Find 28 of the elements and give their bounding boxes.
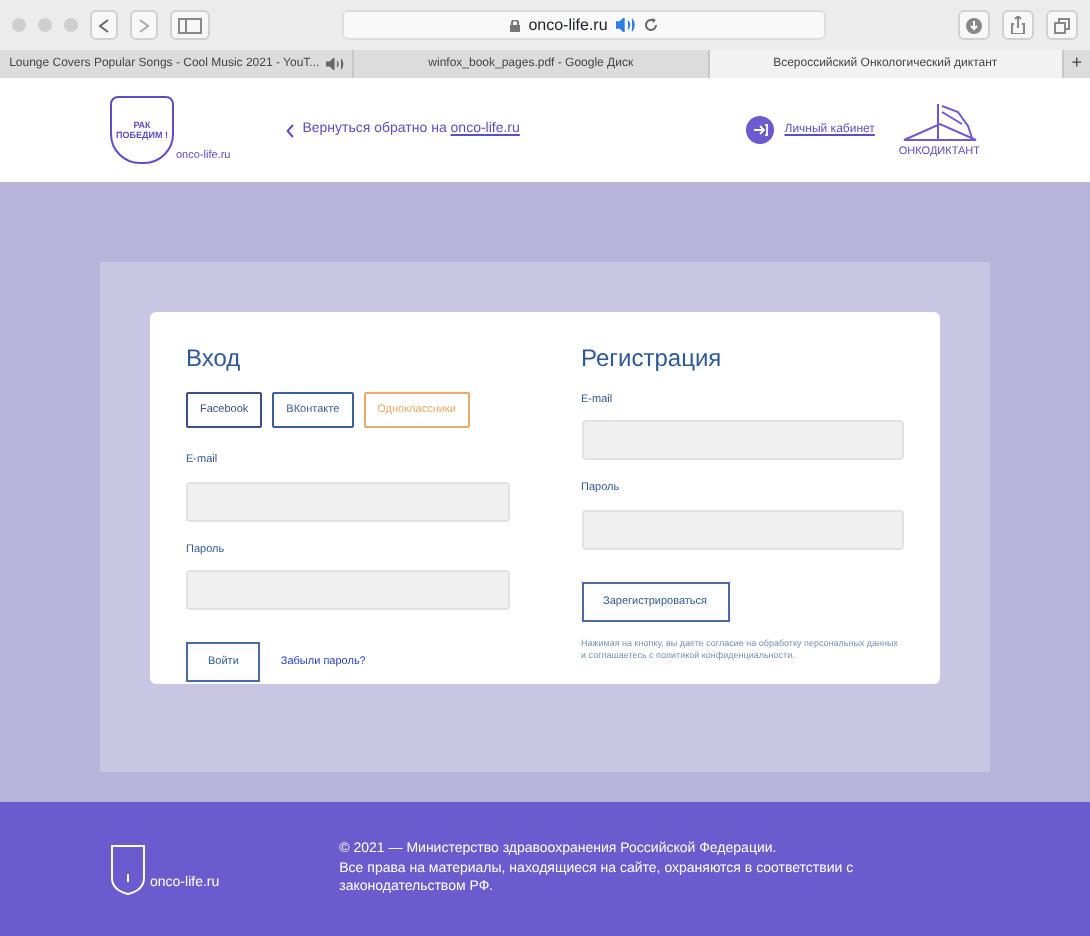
- download-icon: [966, 17, 982, 33]
- chevron-left-icon: [286, 123, 295, 137]
- reload-icon: [643, 18, 658, 32]
- section-title: Вход: [186, 342, 243, 376]
- share-icon: [1010, 16, 1026, 34]
- input-field[interactable]: [186, 481, 509, 521]
- forward-button[interactable]: [130, 10, 158, 40]
- speaker-icon: [615, 18, 636, 32]
- tabs-icon: [1054, 17, 1070, 33]
- lock-icon: [510, 19, 521, 31]
- back-button[interactable]: [90, 10, 118, 40]
- shield-icon: [110, 843, 146, 895]
- download-button[interactable]: [958, 10, 990, 40]
- book-icon: [899, 99, 980, 144]
- input-field[interactable]: [581, 509, 904, 549]
- sidebar-icon: [178, 17, 202, 33]
- tabs-button[interactable]: [1046, 10, 1078, 40]
- share-button[interactable]: [1002, 10, 1034, 40]
- input-field[interactable]: [581, 420, 904, 461]
- sidebar-button[interactable]: [170, 10, 210, 40]
- login-icon: [746, 116, 775, 144]
- input-field[interactable]: [186, 569, 509, 610]
- address-text: onco-life.ru: [528, 13, 608, 37]
- section-title: Регистрация: [581, 342, 724, 376]
- back-icon: [98, 17, 110, 33]
- forward-icon: [138, 17, 150, 33]
- new-tab-button[interactable]: +: [1063, 50, 1090, 78]
- address-bar[interactable]: onco-life.ru: [342, 10, 826, 40]
